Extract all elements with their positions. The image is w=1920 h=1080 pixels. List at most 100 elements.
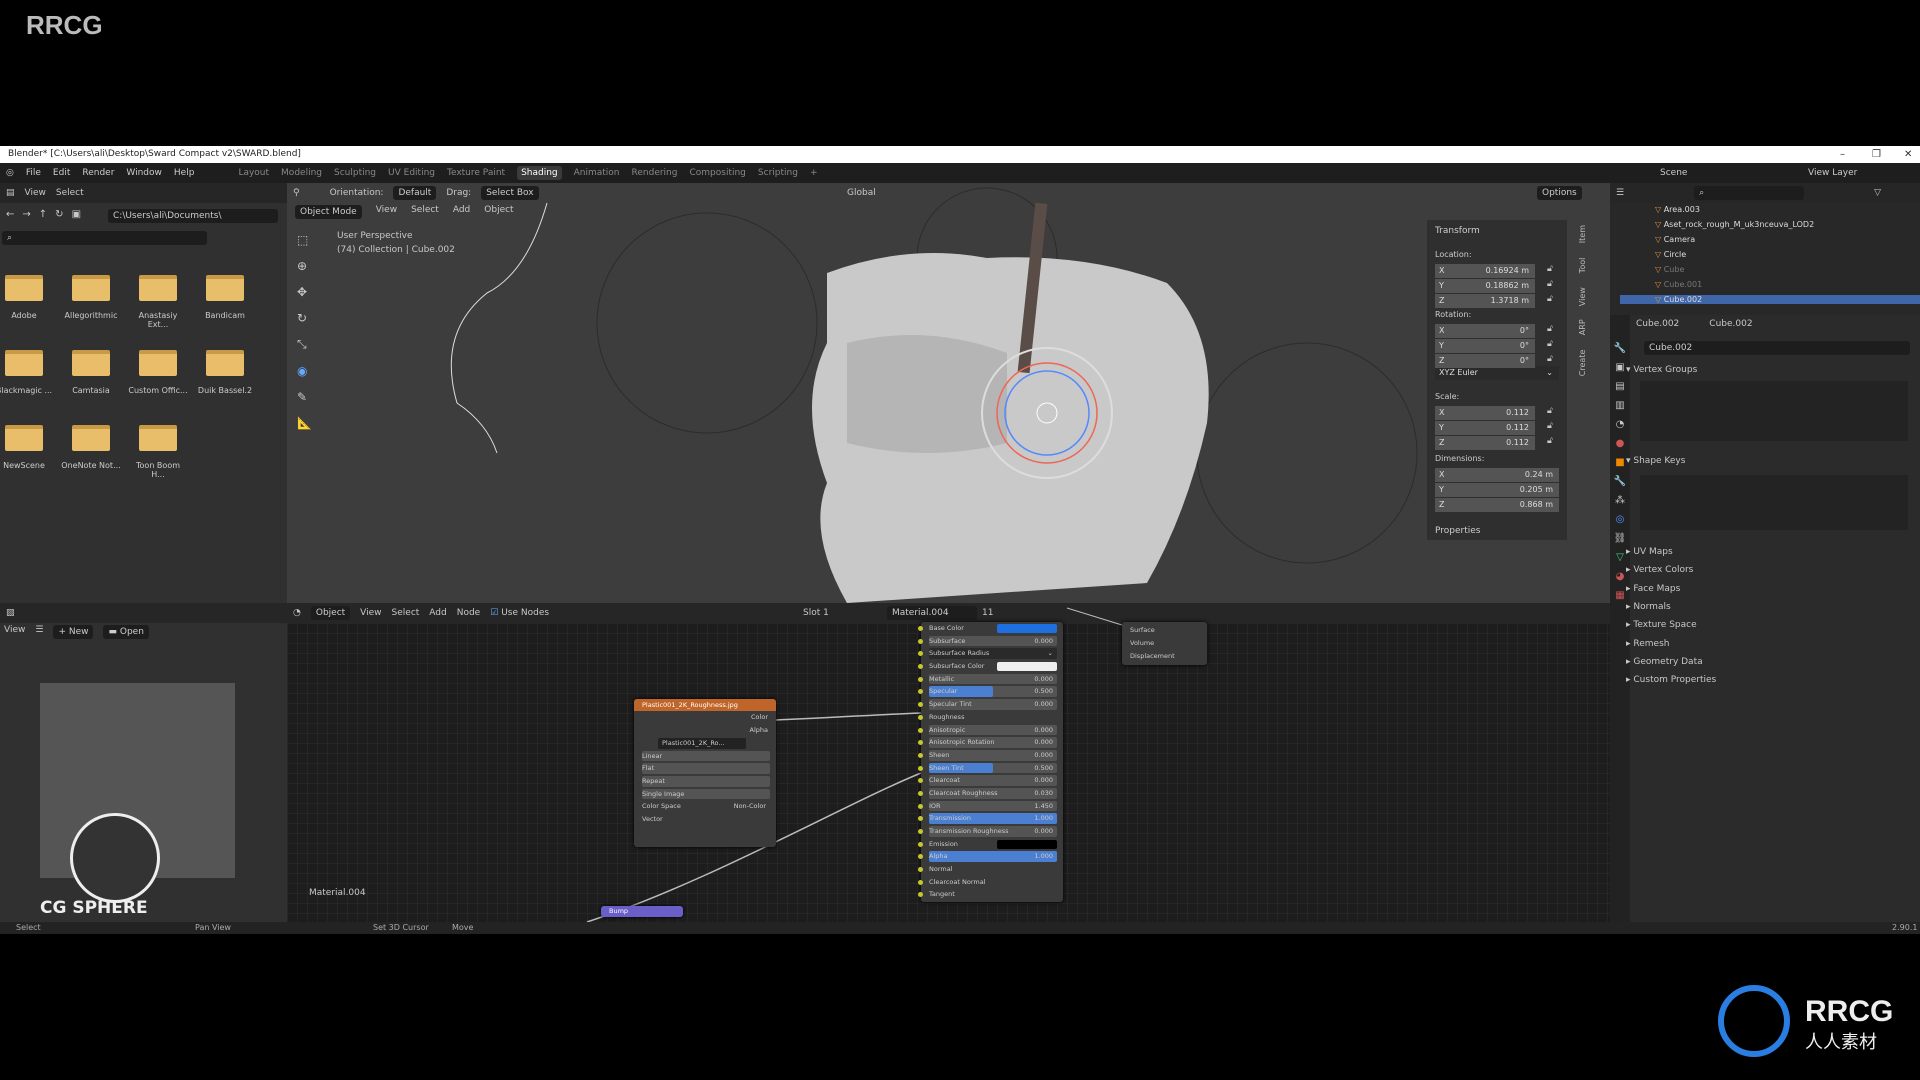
input-socket[interactable] — [918, 867, 923, 873]
rotation-y-field[interactable]: Y 0° — [1435, 339, 1535, 353]
input-socket[interactable] — [918, 892, 923, 898]
bsdf-input-row[interactable]: Subsurface Color — [918, 660, 1063, 673]
image-node-title[interactable]: Plastic001_2K_Roughness.jpg — [634, 699, 776, 711]
menu-edit[interactable]: Edit — [53, 168, 70, 178]
open-image-button[interactable]: ▬ Open — [103, 625, 149, 639]
outliner-item[interactable]: ▽ Cube — [1655, 265, 1684, 274]
transform-space-dropdown[interactable]: Global — [847, 188, 876, 198]
search-input[interactable]: ⌕ — [2, 231, 207, 245]
outliner-item[interactable]: ▽ Area.003 — [1655, 205, 1700, 214]
input-socket[interactable] — [918, 651, 923, 657]
folder-item[interactable]: Duik Bassel.2 — [195, 350, 255, 395]
bsdf-input-row[interactable]: IOR 1.450 — [918, 800, 1063, 813]
view-layer-selector[interactable]: View Layer — [1808, 168, 1857, 178]
tab-tool[interactable]: Tool — [1578, 257, 1592, 273]
folder-item[interactable]: Adobe — [0, 275, 54, 320]
bsdf-input-row[interactable]: Alpha 1.000 — [918, 850, 1063, 863]
image-texture-node[interactable]: Plastic001_2K_Roughness.jpg Color Alpha … — [634, 699, 776, 847]
folder-item[interactable]: Bandicam — [195, 275, 255, 320]
color-swatch[interactable] — [997, 624, 1057, 633]
properties-section[interactable]: ▸ Remesh — [1626, 639, 1669, 649]
tool-tab-icon[interactable]: 🔧 — [1614, 343, 1626, 354]
vp-select-menu[interactable]: Select — [411, 205, 439, 219]
measure-tool-icon[interactable]: 📐 — [297, 416, 312, 430]
tool-settings-icon[interactable]: ⚲ — [293, 188, 300, 198]
close-button[interactable]: ✕ — [1904, 146, 1912, 163]
scene-selector[interactable]: Scene — [1660, 168, 1687, 178]
vertex-groups-list[interactable] — [1640, 381, 1908, 441]
rotate-tool-icon[interactable]: ↻ — [297, 311, 312, 325]
scale-x-field[interactable]: X 0.112 — [1435, 406, 1535, 420]
input-socket[interactable] — [918, 664, 923, 670]
parent-dir-icon[interactable]: ↑ — [39, 209, 47, 220]
input-socket[interactable] — [918, 790, 923, 796]
select-tool-icon[interactable]: ⬚ — [297, 233, 312, 247]
folder-item[interactable]: Custom Offic... — [128, 350, 188, 395]
dimensions-z-field[interactable]: Z 0.868 m — [1435, 498, 1559, 512]
particles-tab-icon[interactable]: ⁂ — [1615, 495, 1625, 506]
input-socket[interactable] — [918, 765, 923, 771]
annotate-tool-icon[interactable]: ✎ — [297, 390, 312, 404]
interpolation-dropdown[interactable]: Linear — [642, 752, 662, 760]
bsdf-input-row[interactable]: Clearcoat Roughness 0.030 — [918, 787, 1063, 800]
folder-item[interactable]: NewScene — [0, 425, 54, 470]
properties-section[interactable]: ▸ Custom Properties — [1626, 675, 1716, 685]
maximize-button[interactable]: ❐ — [1872, 146, 1881, 163]
lock-icon[interactable]: 🔓︎ — [1547, 324, 1553, 334]
input-socket[interactable] — [918, 714, 923, 720]
ie-view-menu[interactable]: View — [4, 625, 25, 639]
input-socket[interactable] — [918, 829, 923, 834]
vertex-groups-header[interactable]: ▾ Vertex Groups — [1626, 365, 1697, 375]
mode-dropdown[interactable]: Object Mode — [295, 205, 362, 219]
bsdf-input-row[interactable]: Clearcoat Normal — [918, 876, 1063, 889]
input-socket[interactable] — [918, 689, 923, 695]
bump-node[interactable]: Bump — [601, 906, 683, 917]
bsdf-input-row[interactable]: Anisotropic 0.000 — [918, 724, 1063, 737]
input-socket[interactable] — [918, 854, 923, 860]
rotation-x-field[interactable]: X 0° — [1435, 324, 1535, 338]
input-socket[interactable] — [918, 638, 923, 644]
properties-section[interactable]: ▸ Vertex Colors — [1626, 565, 1693, 575]
bsdf-input-row[interactable]: Sheen 0.000 — [918, 749, 1063, 762]
transform-tool-icon[interactable]: ◉ — [297, 364, 312, 378]
folder-item[interactable]: Blackmagic ... — [0, 350, 54, 395]
dimensions-x-field[interactable]: X 0.24 m — [1435, 468, 1559, 482]
tab-create[interactable]: Create — [1578, 350, 1592, 377]
location-x-field[interactable]: X 0.16924 m — [1435, 264, 1535, 278]
lock-icon[interactable]: 🔓︎ — [1547, 279, 1553, 289]
input-socket[interactable] — [918, 816, 923, 822]
input-socket[interactable] — [918, 727, 923, 733]
properties-section[interactable]: ▸ UV Maps — [1626, 547, 1673, 557]
tab-sculpting[interactable]: Sculpting — [334, 168, 376, 178]
bsdf-input-row[interactable]: Roughness — [918, 711, 1063, 724]
menu-icon[interactable]: ☰ — [35, 625, 43, 639]
path-input[interactable]: C:\Users\ali\Documents\ — [108, 209, 278, 223]
scale-tool-icon[interactable]: ⤡ — [297, 337, 312, 352]
bsdf-input-row[interactable]: Sheen Tint 0.500 — [918, 762, 1063, 775]
menu-render[interactable]: Render — [82, 168, 114, 178]
outliner-item[interactable]: ▽ Camera — [1655, 235, 1695, 244]
tab-modeling[interactable]: Modeling — [281, 168, 322, 178]
input-socket[interactable] — [918, 752, 923, 758]
new-folder-icon[interactable]: ▣ — [72, 209, 81, 220]
input-socket[interactable] — [918, 778, 923, 784]
image-datablock[interactable]: Plastic001_2K_Ro... — [662, 739, 725, 747]
material-output-node[interactable]: Surface Volume Displacement — [1122, 622, 1207, 665]
outliner-search[interactable]: ⌕ — [1694, 186, 1805, 200]
projection-dropdown[interactable]: Flat — [642, 764, 654, 772]
tab-animation[interactable]: Animation — [574, 168, 620, 178]
transform-header[interactable]: Transform — [1435, 226, 1480, 236]
vp-object-menu[interactable]: Object — [484, 205, 513, 219]
color-swatch[interactable] — [997, 839, 1057, 849]
bsdf-input-row[interactable]: Transmission 1.000 — [918, 812, 1063, 825]
lock-icon[interactable]: 🔓︎ — [1547, 421, 1553, 431]
extension-dropdown[interactable]: Repeat — [642, 777, 665, 785]
editor-type-icon[interactable]: ▤ — [6, 188, 15, 198]
scale-z-field[interactable]: Z 0.112 — [1435, 436, 1535, 450]
tab-texture-paint[interactable]: Texture Paint — [447, 168, 505, 178]
tab-arp[interactable]: ARP — [1578, 320, 1592, 336]
folder-item[interactable]: Camtasia — [61, 350, 121, 395]
properties-section[interactable]: ▸ Geometry Data — [1626, 657, 1703, 667]
tab-layout[interactable]: Layout — [238, 168, 269, 178]
bsdf-input-row[interactable]: Tangent — [918, 888, 1063, 901]
